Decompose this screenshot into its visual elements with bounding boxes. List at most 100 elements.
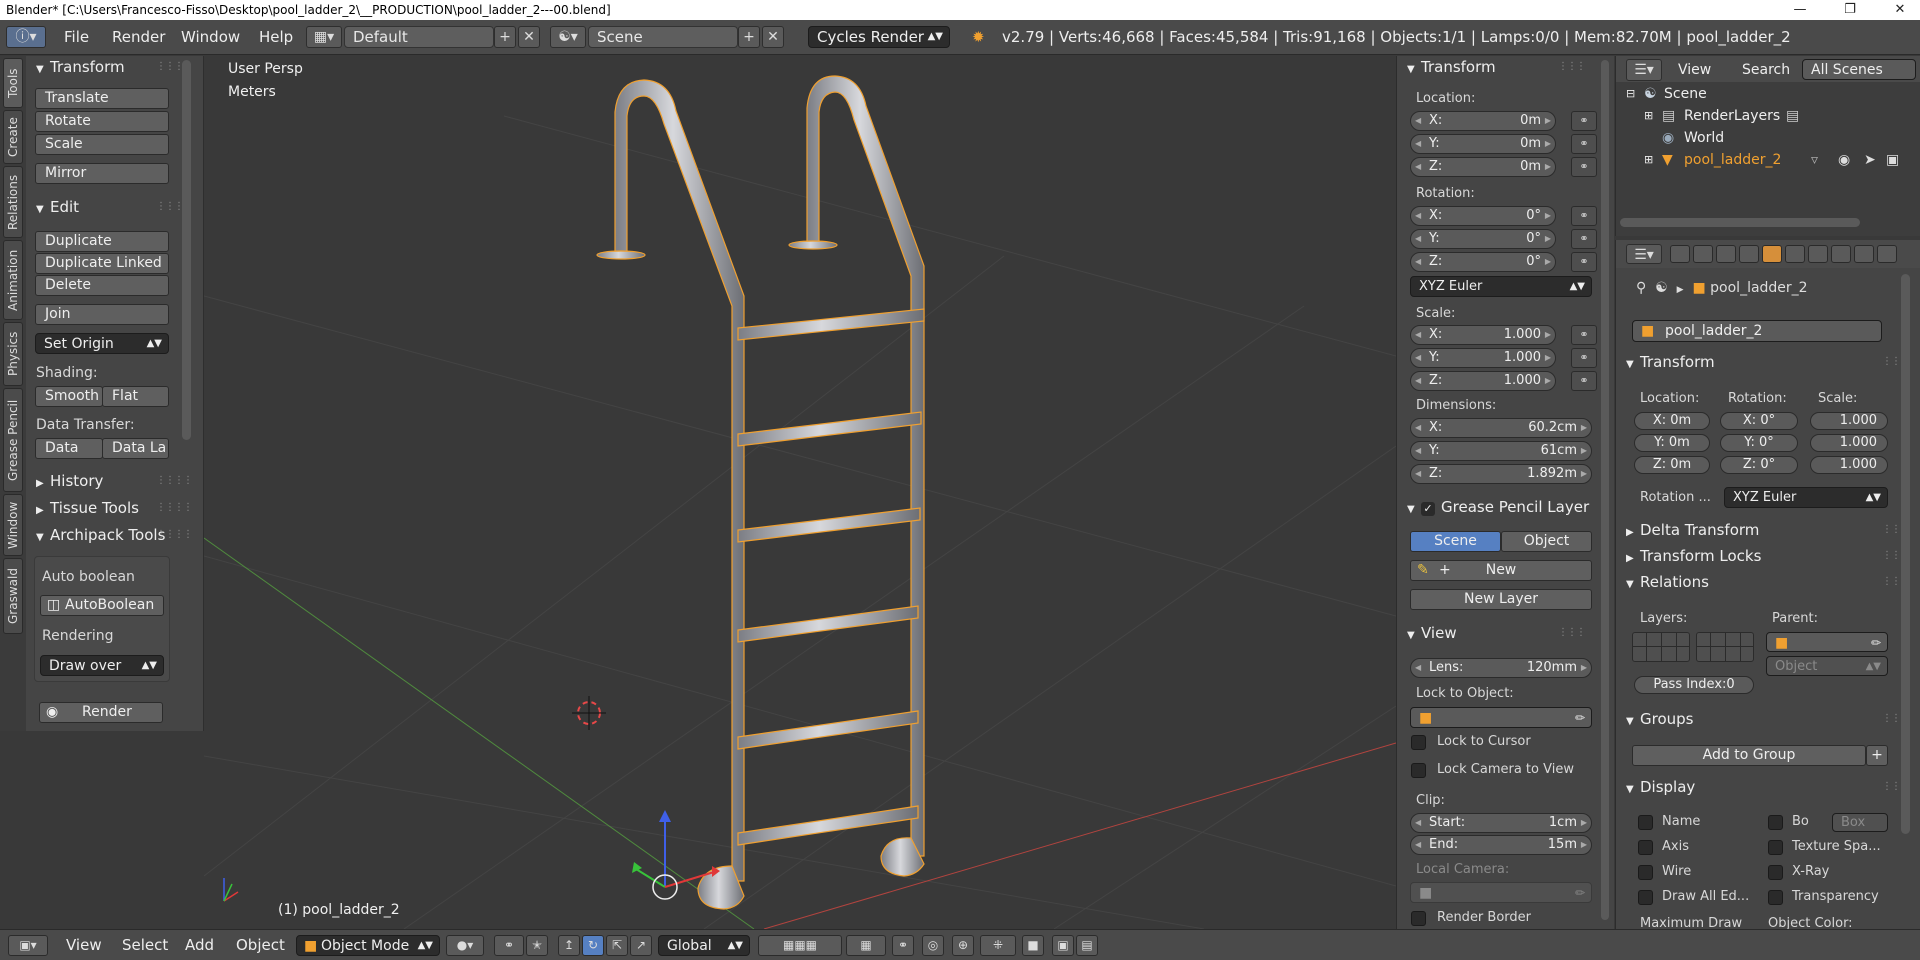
renderlayers-context-icon[interactable] [1693, 245, 1713, 263]
panel-tissue-header[interactable]: ▶ Tissue Tools ⋮⋮⋮⋮ [26, 497, 204, 519]
grease-pencil-header[interactable]: ▼ ✓ Grease Pencil Layer [1397, 496, 1597, 518]
rotation-y-field[interactable]: ◀ Y: 0° ▶ [1410, 229, 1556, 249]
add-to-group-button[interactable]: Add to Group [1632, 745, 1866, 766]
lock-to-cursor-checkbox[interactable] [1411, 735, 1426, 750]
rotation-mode-dropdown[interactable]: XYZ Euler ▲▼ [1410, 276, 1592, 297]
display-transparency-checkbox[interactable] [1768, 890, 1783, 905]
lock-icon[interactable]: ⚭ [1571, 252, 1597, 272]
scale-manipulator-icon[interactable]: ⇱ [606, 935, 628, 956]
data-transfer-button[interactable]: Data [35, 438, 103, 459]
set-origin-dropdown[interactable]: Set Origin ▲▼ [35, 333, 169, 354]
grip-icon[interactable]: ⋮⋮⋮⋮ [156, 470, 193, 492]
lock-object-field[interactable]: ■ ✏ [1410, 707, 1592, 728]
add-menu[interactable]: Add [185, 935, 214, 956]
display-bounds-checkbox[interactable] [1768, 815, 1783, 830]
close-icon[interactable]: ✕ [1880, 0, 1920, 20]
modifiers-context-icon[interactable] [1808, 245, 1828, 263]
lock-icon[interactable]: ⚭ [1571, 325, 1597, 345]
outliner-row-world[interactable]: ◉ World [1616, 127, 1920, 149]
world-context-icon[interactable] [1739, 245, 1759, 263]
scene-icon[interactable]: ☯▾ [550, 26, 586, 48]
tab-animation[interactable]: Animation [3, 240, 23, 320]
duplicate-button[interactable]: Duplicate [35, 231, 169, 252]
screen-layout-field[interactable]: Default [344, 26, 494, 48]
menu-window[interactable]: Window [181, 25, 240, 49]
menu-file[interactable]: File [64, 25, 89, 49]
layers-grid-right[interactable] [1696, 632, 1754, 662]
screen-layout-icon[interactable]: ▦▾ [306, 26, 342, 48]
parent-type-dropdown[interactable]: Object ▲▼ [1766, 656, 1888, 676]
object-name-field[interactable]: ■ pool_ladder_2 [1632, 320, 1882, 342]
pass-index-field[interactable]: Pass Index:0 [1634, 676, 1754, 694]
outliner-filter-dropdown[interactable]: All Scenes [1802, 59, 1916, 80]
props-scale-x[interactable]: 1.000 [1810, 412, 1888, 430]
scene-lock-icon[interactable]: ⚭ [892, 935, 914, 956]
delete-button[interactable]: Delete [35, 275, 169, 296]
data-layout-button[interactable]: Data La [102, 438, 169, 459]
select-menu[interactable]: Select [122, 935, 168, 956]
panel-history-header[interactable]: ▶ History ⋮⋮⋮⋮ [26, 470, 204, 492]
menu-help[interactable]: Help [259, 25, 293, 49]
bounds-type-dropdown[interactable]: Box [1832, 813, 1888, 832]
translate-manipulator-icon[interactable]: ↥ [558, 935, 580, 956]
lock-icon[interactable]: ⚭ [1571, 348, 1597, 368]
outliner-view-menu[interactable]: View [1678, 58, 1711, 82]
editor-type-icon[interactable]: ▣▾ [8, 935, 48, 956]
lock-icon[interactable]: ⚭ [1571, 371, 1597, 391]
render-context-icon[interactable] [1670, 245, 1690, 263]
panel-archipack-header[interactable]: ▼ Archipack Tools ⋮⋮⋮⋮ [26, 524, 204, 546]
add-screen-icon[interactable]: + [494, 26, 516, 48]
n-view-header[interactable]: ▼ View ⋮⋮⋮ [1397, 622, 1597, 644]
grease-new-button[interactable]: ✎ + New [1410, 560, 1592, 581]
tab-relations[interactable]: Relations [3, 166, 23, 238]
opengl-render-icon[interactable]: ▤ [1076, 935, 1098, 956]
snap-element-icon[interactable]: ⁜ [980, 935, 1016, 956]
data-context-icon[interactable] [1831, 245, 1851, 263]
props-location-z[interactable]: Z: 0m [1634, 456, 1710, 474]
object-context-icon[interactable] [1762, 245, 1782, 263]
toolshelf-scrollbar[interactable] [182, 60, 191, 440]
tab-window[interactable]: Window [3, 494, 23, 556]
outliner-search-menu[interactable]: Search [1742, 58, 1790, 82]
props-rotation-x[interactable]: X: 0° [1720, 412, 1798, 430]
panel-transform-header[interactable]: ▼ Transform ⋮⋮⋮⋮ [26, 56, 204, 78]
material-context-icon[interactable] [1854, 245, 1874, 263]
location-x-field[interactable]: ◀ X: 0m ▶ [1410, 111, 1556, 131]
add-group-plus-icon[interactable]: + [1866, 745, 1888, 766]
texture-context-icon[interactable] [1877, 245, 1897, 263]
duplicate-linked-button[interactable]: Duplicate Linked [35, 253, 169, 274]
pivot-point-icon[interactable]: ⚭ [494, 935, 524, 956]
collapse-icon[interactable]: ⊟ [1626, 83, 1635, 105]
remove-screen-icon[interactable]: ✕ [518, 26, 540, 48]
display-texture-space-checkbox[interactable] [1768, 840, 1783, 855]
delta-transform-header[interactable]: ▶ Delta Transform ⋮⋮⋮ [1616, 519, 1920, 541]
snap-target-icon[interactable]: ■ [1022, 935, 1044, 956]
grip-icon[interactable]: ⋮⋮⋮ [1558, 622, 1586, 644]
viewport-canvas[interactable] [204, 56, 1396, 929]
draw-over-dropdown[interactable]: Draw over ▲▼ [40, 655, 164, 676]
npanel-scrollbar[interactable] [1601, 60, 1609, 920]
n-transform-header[interactable]: ▼ Transform ⋮⋮⋮ [1397, 56, 1597, 78]
snap-icon[interactable]: ⊕ [952, 935, 974, 956]
grip-icon[interactable]: ⋮⋮⋮⋮ [156, 524, 193, 546]
groups-header[interactable]: ▼ Groups ⋮⋮⋮ [1616, 708, 1920, 730]
mode-dropdown[interactable]: ■ Object Mode ▲▼ [296, 935, 440, 956]
outliner-row-scene[interactable]: ⊟ ☯ Scene [1616, 83, 1920, 105]
display-wire-checkbox[interactable] [1638, 865, 1653, 880]
tab-graswald[interactable]: Graswald [3, 558, 23, 634]
properties-editor-icon[interactable]: ☰▾ [1626, 244, 1662, 264]
display-axis-checkbox[interactable] [1638, 840, 1653, 855]
local-camera-field[interactable]: ■ ✏ [1410, 882, 1592, 903]
translate-button[interactable]: Translate [35, 88, 169, 109]
display-xray-checkbox[interactable] [1768, 865, 1783, 880]
props-rotation-z[interactable]: Z: 0° [1720, 456, 1798, 474]
manipulator-toggle-icon[interactable]: ✭ [526, 935, 548, 956]
display-name-checkbox[interactable] [1638, 815, 1653, 830]
view-menu[interactable]: View [66, 935, 102, 956]
3d-viewport[interactable]: User Persp Meters (1) pool_ladder_2 [204, 56, 1396, 929]
lock-icon[interactable]: ⚭ [1571, 111, 1597, 131]
auto-boolean-button[interactable]: ◫ AutoBoolean [40, 595, 164, 616]
rotate-button[interactable]: Rotate [35, 111, 169, 132]
constraints-context-icon[interactable] [1785, 245, 1805, 263]
cursor-select-icon[interactable]: ➤ [1864, 149, 1876, 171]
